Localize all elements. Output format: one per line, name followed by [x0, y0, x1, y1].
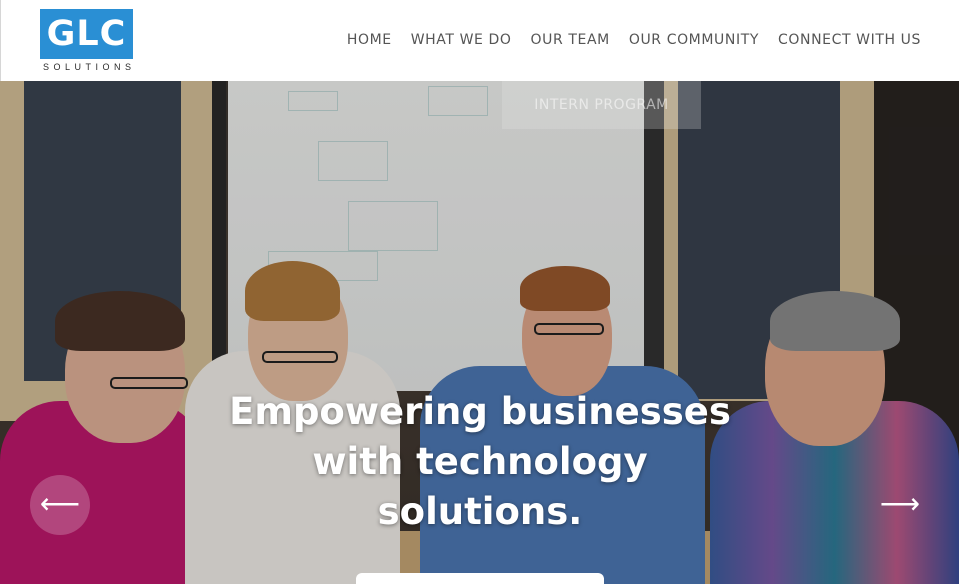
main-nav: HOME WHAT WE DO OUR TEAM OUR COMMUNITY C… [347, 32, 921, 48]
slider-next-button[interactable]: ⟶ [870, 475, 930, 535]
hero-headline: Empowering businesses with technology so… [220, 387, 740, 537]
headline-line-3: solutions. [377, 490, 583, 533]
nav-connect-with-us[interactable]: CONNECT WITH US [778, 32, 921, 48]
headline-line-1: Empowering businesses [229, 390, 731, 433]
slider-prev-button[interactable]: ⟵ [30, 475, 90, 535]
logo-subtext: SOLUTIONS [43, 62, 136, 72]
site-header: GLC SOLUTIONS HOME WHAT WE DO OUR TEAM O… [0, 0, 959, 81]
hero-cta-button[interactable] [356, 573, 604, 584]
nav-dropdown-intern-program[interactable]: INTERN PROGRAM [502, 81, 701, 129]
nav-what-we-do[interactable]: WHAT WE DO [411, 32, 512, 48]
nav-our-team[interactable]: OUR TEAM [531, 32, 610, 48]
arrow-left-icon: ⟵ [39, 488, 81, 519]
headline-line-2: with technology [312, 440, 648, 483]
logo-mark: GLC [40, 9, 133, 59]
glc-logo[interactable]: GLC SOLUTIONS [40, 9, 134, 73]
nav-our-community[interactable]: OUR COMMUNITY [629, 32, 759, 48]
hero-slider: INTERN PROGRAM Empowering businesses wit… [0, 81, 959, 584]
nav-home[interactable]: HOME [347, 32, 392, 48]
arrow-right-icon: ⟶ [879, 488, 921, 519]
